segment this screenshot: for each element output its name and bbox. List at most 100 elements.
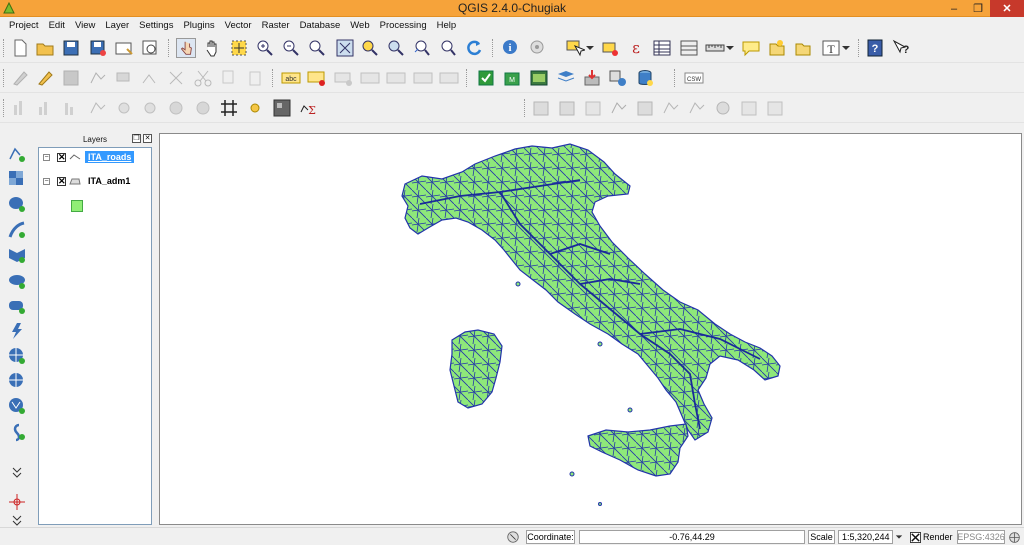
label-properties-icon[interactable]: [439, 68, 459, 88]
collapse-icon[interactable]: −: [43, 153, 50, 161]
label-pin-icon[interactable]: [307, 68, 327, 88]
csw-metasearch-icon[interactable]: CSW: [684, 68, 704, 88]
field-statistics-icon[interactable]: Σ: [298, 98, 318, 118]
composer-manager-icon[interactable]: [140, 38, 160, 58]
help-contents-icon[interactable]: ?: [865, 38, 885, 58]
cut-features-icon[interactable]: [193, 68, 213, 88]
save-edits-icon[interactable]: [61, 68, 81, 88]
graphical-modeler-icon[interactable]: M: [502, 68, 522, 88]
pan-map-icon[interactable]: [203, 38, 223, 58]
more-icon-2[interactable]: [6, 513, 28, 527]
identify-features-icon[interactable]: i: [501, 38, 521, 58]
zoom-in-icon[interactable]: [255, 38, 275, 58]
georeferencer-icon[interactable]: [556, 68, 576, 88]
map-canvas[interactable]: [159, 133, 1022, 525]
attribute-table-icon[interactable]: [652, 38, 672, 58]
add-sqlanywhere-layer-icon[interactable]: [6, 295, 28, 317]
add-spatialite-layer-icon[interactable]: [6, 219, 28, 241]
scale-dropdown-chevron-icon[interactable]: [893, 530, 905, 544]
island-pantelleria[interactable]: [569, 471, 575, 477]
refresh-icon[interactable]: [464, 38, 484, 58]
import-data-icon[interactable]: [582, 68, 602, 88]
measure-dropdown-chevron-icon[interactable]: [724, 38, 736, 58]
db-manager-icon[interactable]: [608, 68, 628, 88]
delete-selected-icon[interactable]: [166, 68, 186, 88]
add-circular-string-icon[interactable]: [557, 98, 577, 118]
zoom-next-icon[interactable]: [438, 38, 458, 58]
layer-visibility-checkbox[interactable]: ✕: [57, 152, 66, 162]
redo-icon[interactable]: [35, 98, 55, 118]
minimize-button[interactable]: –: [942, 0, 966, 17]
toolbar-grip[interactable]: [3, 69, 6, 87]
split-parts-icon[interactable]: [635, 98, 655, 118]
delete-part-icon[interactable]: [193, 98, 213, 118]
open-project-icon[interactable]: [35, 38, 55, 58]
merge-features-icon[interactable]: [661, 98, 681, 118]
save-project-icon[interactable]: [61, 38, 81, 58]
scale-combo[interactable]: 1:5,320,244: [838, 530, 893, 544]
text-annotation-icon[interactable]: T: [821, 38, 841, 58]
run-feature-action-icon[interactable]: [528, 38, 548, 58]
new-print-composer-icon[interactable]: [114, 38, 134, 58]
zoom-last-icon[interactable]: [412, 38, 432, 58]
database-icon[interactable]: [635, 68, 655, 88]
menu-processing[interactable]: Processing: [375, 20, 432, 31]
copy-features-icon[interactable]: [219, 68, 239, 88]
reshape-features-icon[interactable]: [583, 98, 603, 118]
menu-web[interactable]: Web: [345, 20, 374, 31]
undo-icon[interactable]: [10, 98, 30, 118]
annotation-dropdown-chevron-icon[interactable]: [840, 38, 852, 58]
add-part-icon[interactable]: [114, 98, 134, 118]
more-icon[interactable]: [6, 465, 28, 479]
layer-item-adm1[interactable]: − ✕ ITA_adm1: [39, 174, 151, 188]
processing-history-icon[interactable]: [529, 68, 549, 88]
simplify-feature-icon[interactable]: [61, 98, 81, 118]
new-project-icon[interactable]: [10, 38, 30, 58]
processing-toolbox-icon[interactable]: [476, 68, 496, 88]
show-bookmarks-icon[interactable]: [793, 38, 813, 58]
offset-features-icon[interactable]: [739, 98, 759, 118]
messages-icon[interactable]: [506, 530, 522, 544]
crs-globe-icon[interactable]: [1008, 530, 1022, 544]
coordinate-field[interactable]: -0.76,44.29: [579, 530, 805, 544]
add-raster-layer-icon[interactable]: [6, 168, 28, 190]
island-capri[interactable]: [597, 341, 603, 347]
new-bookmark-icon[interactable]: [767, 38, 787, 58]
menu-vector[interactable]: Vector: [220, 20, 257, 31]
add-vector-layer-icon[interactable]: [6, 143, 28, 165]
zoom-actual-size-icon[interactable]: [307, 38, 327, 58]
node-tool-icon[interactable]: [140, 68, 160, 88]
add-mssql-layer-icon[interactable]: [6, 244, 28, 266]
fill-ring-icon[interactable]: [140, 98, 160, 118]
layer-item-roads[interactable]: − ✕ ITA_roads: [39, 150, 151, 164]
italy-map[interactable]: [160, 134, 1022, 525]
grid-icon[interactable]: [219, 98, 239, 118]
menu-database[interactable]: Database: [295, 20, 346, 31]
simplify-icon[interactable]: [765, 98, 785, 118]
toolbar-grip[interactable]: [3, 39, 6, 57]
offset-curve-icon[interactable]: [245, 98, 265, 118]
island-elba[interactable]: [515, 281, 521, 287]
island-lampedusa[interactable]: [598, 502, 602, 506]
island-aeolian[interactable]: [627, 407, 633, 413]
toolbar-grip[interactable]: [3, 99, 6, 117]
menu-project[interactable]: Project: [4, 20, 44, 31]
menu-help[interactable]: Help: [432, 20, 462, 31]
zoom-to-layer-icon[interactable]: [386, 38, 406, 58]
random-points-icon[interactable]: [272, 98, 292, 118]
add-wfs-layer-icon[interactable]: [6, 370, 28, 392]
layer-labeling-icon[interactable]: abc: [281, 68, 301, 88]
add-ring-icon[interactable]: [88, 98, 108, 118]
menu-settings[interactable]: Settings: [134, 20, 178, 31]
paste-features-icon[interactable]: [245, 68, 265, 88]
add-feature-icon[interactable]: [88, 68, 108, 88]
statistical-summary-icon[interactable]: [679, 38, 699, 58]
toggle-editing-icon[interactable]: [35, 68, 55, 88]
add-postgis-layer-icon[interactable]: [6, 193, 28, 215]
pan-to-selection-icon[interactable]: [229, 38, 249, 58]
crs-status-button[interactable]: EPSG:4326: [957, 530, 1005, 544]
deselect-features-icon[interactable]: [600, 38, 620, 58]
field-calculator-icon[interactable]: ε: [626, 38, 646, 58]
touch-zoom-pan-icon[interactable]: [176, 38, 196, 58]
render-checkbox[interactable]: [910, 530, 922, 544]
